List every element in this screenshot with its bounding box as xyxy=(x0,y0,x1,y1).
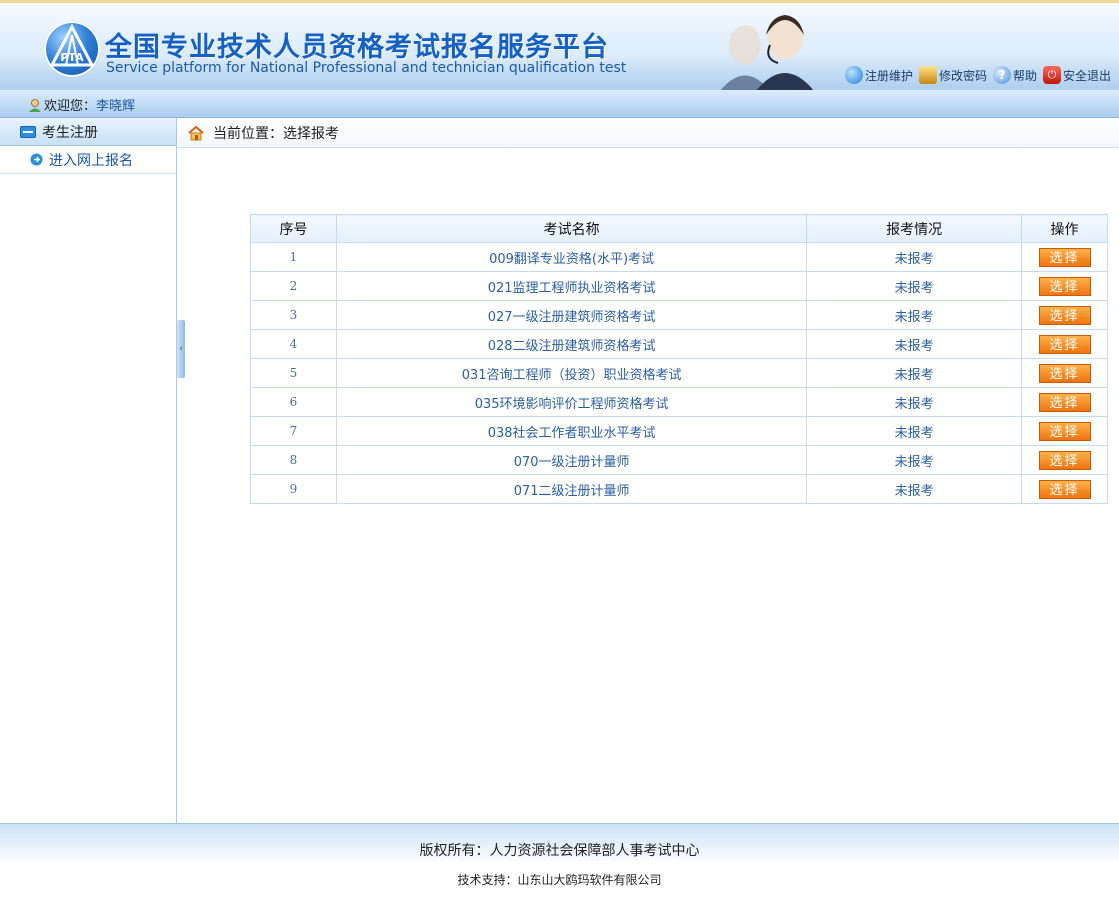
link-label: 注册维护 xyxy=(864,68,913,83)
customer-service-illustration xyxy=(720,15,814,90)
row-no: 1 xyxy=(250,242,337,272)
row-action-cell: 选择 xyxy=(1021,329,1108,359)
table-row: 5 031咨询工程师（投资）职业资格考试 未报考 选择 xyxy=(250,358,1108,388)
link-logout[interactable]: ⏻ 安全退出 xyxy=(1042,66,1111,84)
row-status: 未报考 xyxy=(806,474,1023,504)
table-row: 2 021监理工程师执业资格考试 未报考 选择 xyxy=(250,271,1108,301)
row-exam-name: 009翻译专业资格(水平)考试 xyxy=(335,242,808,272)
row-no: 2 xyxy=(250,271,337,301)
row-no: 4 xyxy=(250,329,337,359)
footer-support: 技术支持：山东山大鸥玛软件有限公司 xyxy=(457,873,662,887)
link-help[interactable]: ? 帮助 xyxy=(992,66,1037,84)
row-no: 9 xyxy=(250,474,337,504)
link-label: 安全退出 xyxy=(1062,68,1111,83)
site-subtitle: Service platform for National Profession… xyxy=(106,60,627,76)
power-icon: ⏻ xyxy=(1042,66,1061,84)
row-action-cell: 选择 xyxy=(1021,242,1108,272)
welcome-text: 欢迎您： 李晓辉 xyxy=(28,95,135,114)
link-label: 修改密码 xyxy=(938,68,987,83)
card-icon xyxy=(20,125,36,138)
select-button[interactable]: 选择 xyxy=(1038,247,1091,267)
select-button[interactable]: 选择 xyxy=(1038,421,1091,441)
row-no: 7 xyxy=(250,416,337,446)
col-header-no: 序号 xyxy=(250,214,337,243)
breadcrumb-label: 当前位置：选择报考 xyxy=(213,125,339,142)
sidebar-heading-label: 考生注册 xyxy=(42,124,98,141)
select-button[interactable]: 选择 xyxy=(1038,276,1091,296)
link-change-password[interactable]: 修改密码 xyxy=(918,66,987,84)
row-action-cell: 选择 xyxy=(1021,358,1108,388)
table-row: 4 028二级注册建筑师资格考试 未报考 选择 xyxy=(250,329,1108,359)
select-button[interactable]: 选择 xyxy=(1038,334,1091,354)
row-status: 未报考 xyxy=(806,329,1023,359)
row-status: 未报考 xyxy=(806,242,1023,272)
select-button[interactable]: 选择 xyxy=(1038,392,1091,412)
col-header-name: 考试名称 xyxy=(335,214,808,243)
row-status: 未报考 xyxy=(806,416,1023,446)
pta-logo-icon: PTA xyxy=(44,21,100,77)
user-name: 李晓辉 xyxy=(96,99,136,114)
footer-copyright: 版权所有：人力资源社会保障部人事考试中心 xyxy=(419,843,700,859)
exam-table: 序号 考试名称 报考情况 操作 1 009翻译专业资格(水平)考试 未报考 选择… xyxy=(250,214,1108,504)
link-register-maintain[interactable]: 注册维护 xyxy=(844,66,913,84)
row-no: 3 xyxy=(250,300,337,330)
row-exam-name: 021监理工程师执业资格考试 xyxy=(335,271,808,301)
select-button[interactable]: 选择 xyxy=(1038,305,1091,325)
row-status: 未报考 xyxy=(806,300,1023,330)
row-action-cell: 选择 xyxy=(1021,474,1108,504)
footer: 版权所有：人力资源社会保障部人事考试中心 技术支持：山东山大鸥玛软件有限公司 xyxy=(0,823,1119,898)
row-action-cell: 选择 xyxy=(1021,445,1108,475)
site-title: 全国专业技术人员资格考试报名服务平台 xyxy=(105,32,609,63)
row-action-cell: 选择 xyxy=(1021,300,1108,330)
row-status: 未报考 xyxy=(806,387,1023,417)
main-content: 当前位置：选择报考 序号 考试名称 报考情况 操作 1 009翻译专业资格(水平… xyxy=(177,118,1119,823)
row-exam-name: 071二级注册计量师 xyxy=(335,474,808,504)
welcome-label: 欢迎您： xyxy=(44,99,97,114)
sidebar: 考生注册 进入网上报名 xyxy=(0,118,177,823)
welcome-bar: 欢迎您： 李晓辉 xyxy=(0,90,1119,118)
select-button[interactable]: 选择 xyxy=(1038,479,1091,499)
lock-icon xyxy=(918,66,937,84)
help-icon: ? xyxy=(992,66,1011,84)
table-row: 3 027一级注册建筑师资格考试 未报考 选择 xyxy=(250,300,1108,330)
sidebar-item-label: 进入网上报名 xyxy=(49,152,133,169)
select-button[interactable]: 选择 xyxy=(1038,363,1091,383)
row-status: 未报考 xyxy=(806,358,1023,388)
table-row: 6 035环境影响评价工程师资格考试 未报考 选择 xyxy=(250,387,1108,417)
row-exam-name: 038社会工作者职业水平考试 xyxy=(335,416,808,446)
link-label: 帮助 xyxy=(1012,68,1037,83)
row-exam-name: 031咨询工程师（投资）职业资格考试 xyxy=(335,358,808,388)
globe-icon xyxy=(844,66,863,84)
row-action-cell: 选择 xyxy=(1021,416,1108,446)
col-header-status: 报考情况 xyxy=(806,214,1023,243)
row-action-cell: 选择 xyxy=(1021,387,1108,417)
top-links: 注册维护 修改密码 ? 帮助 ⏻ 安全退出 xyxy=(839,66,1111,84)
sidebar-item-online-registration[interactable]: 进入网上报名 xyxy=(0,146,176,174)
row-exam-name: 035环境影响评价工程师资格考试 xyxy=(335,387,808,417)
table-row: 9 071二级注册计量师 未报考 选择 xyxy=(250,474,1108,504)
logo-text: PTA xyxy=(60,51,84,64)
row-no: 8 xyxy=(250,445,337,475)
select-button[interactable]: 选择 xyxy=(1038,450,1091,470)
sidebar-heading[interactable]: 考生注册 xyxy=(0,118,176,146)
user-icon xyxy=(29,98,41,112)
table-row: 8 070一级注册计量师 未报考 选择 xyxy=(250,445,1108,475)
row-exam-name: 028二级注册建筑师资格考试 xyxy=(335,329,808,359)
row-exam-name: 070一级注册计量师 xyxy=(335,445,808,475)
home-icon xyxy=(188,125,204,140)
arrow-right-circle-icon xyxy=(30,153,43,166)
col-header-action: 操作 xyxy=(1021,214,1108,243)
header-banner: PTA 全国专业技术人员资格考试报名服务平台 Service platform … xyxy=(0,0,1119,90)
row-status: 未报考 xyxy=(806,271,1023,301)
row-exam-name: 027一级注册建筑师资格考试 xyxy=(335,300,808,330)
breadcrumb: 当前位置：选择报考 xyxy=(177,118,1119,148)
row-action-cell: 选择 xyxy=(1021,271,1108,301)
row-status: 未报考 xyxy=(806,445,1023,475)
table-row: 1 009翻译专业资格(水平)考试 未报考 选择 xyxy=(250,242,1108,272)
row-no: 5 xyxy=(250,358,337,388)
table-header-row: 序号 考试名称 报考情况 操作 xyxy=(250,214,1108,243)
table-row: 7 038社会工作者职业水平考试 未报考 选择 xyxy=(250,416,1108,446)
row-no: 6 xyxy=(250,387,337,417)
